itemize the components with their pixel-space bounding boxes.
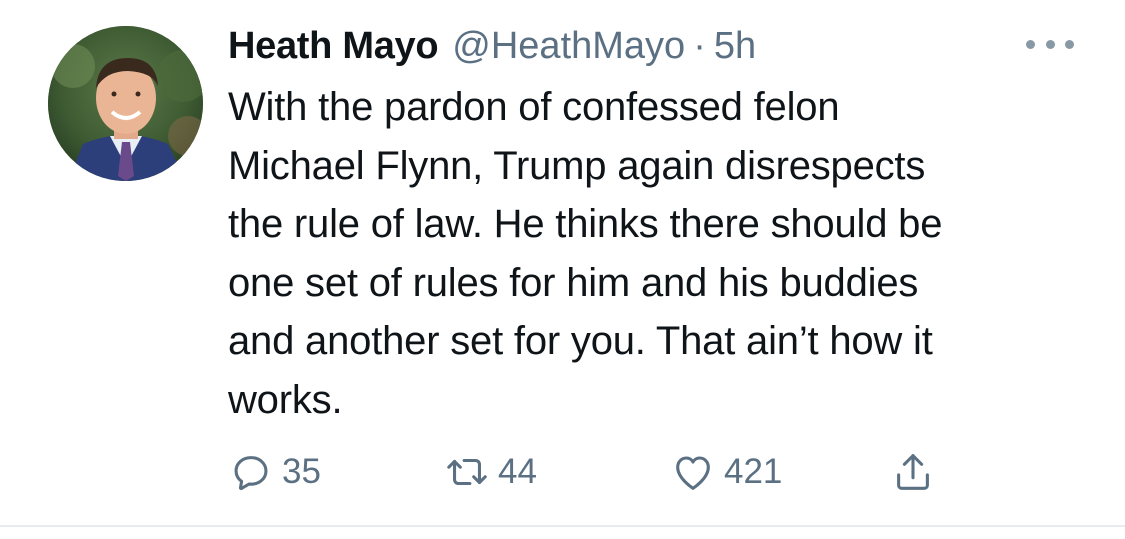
tweet-text-line: the rule of law. He thinks there should … [228, 202, 943, 246]
avatar[interactable] [48, 26, 203, 181]
tweet-header: Heath Mayo @HeathMayo · 5h [228, 22, 756, 70]
avatar-image [48, 26, 203, 181]
tweet-text-line: and another set for you. That ain’t how … [228, 319, 933, 363]
share-icon [897, 454, 929, 490]
like-count: 421 [724, 452, 783, 491]
retweet-count: 44 [498, 452, 537, 491]
share-button[interactable] [890, 448, 936, 496]
tweet[interactable]: Heath Mayo @HeathMayo · 5h With the pard… [0, 0, 1125, 526]
tweet-text-line: Michael Flynn, Trump again disrespects [228, 143, 926, 188]
divider [0, 525, 1125, 527]
tweet-text-line: With the pardon of confessed felon [228, 85, 840, 129]
more-horizontal-icon[interactable] [1026, 34, 1074, 54]
more-dot [1045, 39, 1055, 49]
like-button[interactable]: 421 [670, 448, 782, 496]
retweet-button[interactable]: 44 [444, 448, 537, 496]
reply-icon [234, 456, 268, 491]
tweet-actions: 35 44 421 [228, 448, 988, 496]
separator-dot: · [693, 25, 706, 67]
retweet-icon [447, 458, 487, 486]
tweet-text-line: works. [228, 377, 343, 422]
reply-button[interactable]: 35 [228, 448, 321, 496]
tweet-text: With the pardon of confessed felon Micha… [228, 78, 1108, 429]
heart-icon [676, 456, 710, 490]
more-dot [1065, 39, 1074, 49]
tweet-time[interactable]: 5h [714, 22, 756, 70]
author-handle[interactable]: @HeathMayo [452, 22, 685, 70]
reply-count: 35 [282, 452, 321, 491]
more-dot [1026, 39, 1035, 49]
author-name[interactable]: Heath Mayo [228, 22, 439, 70]
tweet-text-line: one set of rules for him and his buddies [228, 260, 919, 305]
